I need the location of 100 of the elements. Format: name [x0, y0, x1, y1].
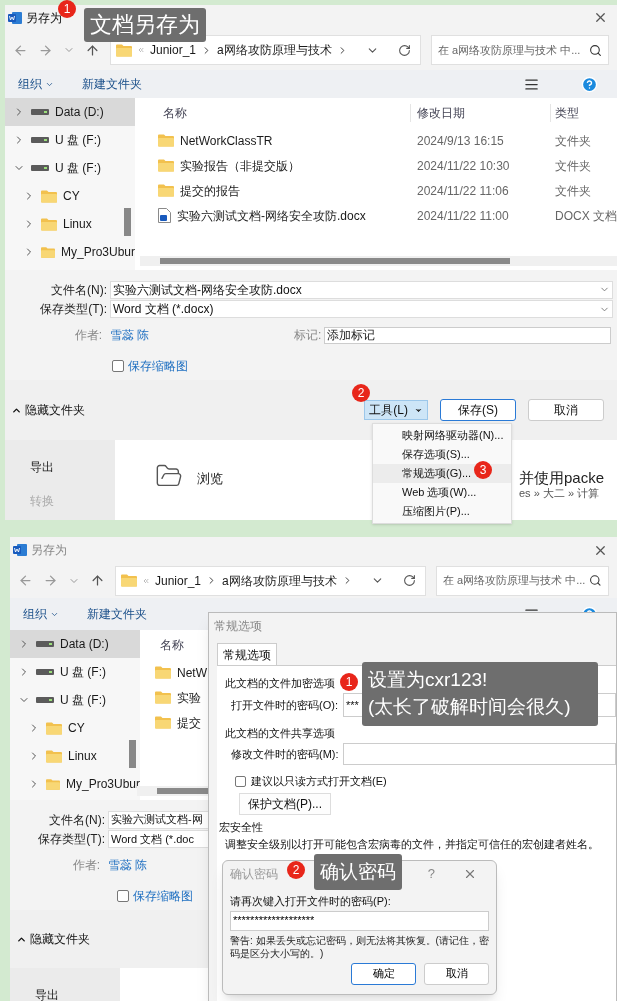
tools-button[interactable]: 工具(L) [364, 400, 428, 420]
column-header[interactable]: 名称 [155, 104, 410, 122]
checkbox-label[interactable]: 建议以只读方式打开文档(E) [251, 773, 387, 789]
close-icon[interactable] [463, 867, 477, 881]
protect-document-button[interactable]: 保护文档(P)... [239, 793, 331, 815]
field-label: 打开文件时的密码(O): [231, 698, 339, 713]
file-name[interactable]: NetW [177, 663, 207, 682]
tree-item[interactable]: U 盘 (F:) [10, 658, 140, 686]
file-name[interactable]: 实验 [177, 688, 201, 707]
tree-label: U 盘 (F:) [55, 132, 101, 149]
tree-item[interactable]: My_Pro3Ubur [5, 238, 135, 266]
back-icon[interactable] [18, 573, 33, 588]
back-icon[interactable] [13, 42, 28, 58]
menu-item[interactable]: 保存选项(S)... [373, 445, 511, 464]
file-type: 文件夹 [554, 157, 592, 175]
checkbox-label[interactable]: 保存缩略图 [133, 887, 193, 905]
section-heading: 宏安全性 [219, 820, 263, 835]
scrollbar[interactable] [124, 208, 131, 236]
menu-item[interactable]: 映射网络驱动器(N)... [373, 426, 511, 445]
tree-item[interactable]: U 盘 (F:) [10, 686, 140, 714]
tree-label: Data (D:) [55, 104, 104, 121]
file-name-field[interactable]: 实验六测试文档-网络安全攻防.docx [110, 280, 613, 299]
menu-item[interactable]: 压缩图片(P)... [373, 502, 511, 521]
word-logo-icon [8, 11, 22, 24]
drive-icon [31, 137, 49, 143]
save-button[interactable]: 保存(S) [440, 399, 516, 421]
word-document-icon [158, 208, 171, 223]
author-link[interactable]: 雪蕊 陈 [110, 326, 294, 344]
column-header[interactable]: 类型 [550, 104, 617, 122]
hide-folders-button[interactable]: 隐藏文件夹 [11, 401, 85, 419]
checkbox-label[interactable]: 保存缩略图 [128, 357, 188, 375]
folder-icon [46, 777, 60, 791]
recent-document-title[interactable]: 并使用packe [519, 470, 605, 487]
browse-label[interactable]: 浏览 [197, 469, 223, 489]
field-label: 作者: [71, 857, 101, 874]
scrollbar[interactable] [129, 740, 136, 768]
search-field[interactable]: 在 a网络攻防原理与技术 中... [431, 35, 609, 65]
view-icon[interactable] [524, 76, 539, 92]
help-icon[interactable] [581, 75, 598, 93]
tree-item[interactable]: Data (D:) [5, 98, 135, 126]
backstage-menu-item[interactable]: 导出 [30, 458, 115, 476]
breadcrumb[interactable]: Junior_1 [155, 571, 202, 590]
address-bar[interactable]: Junior_1 a网络攻防原理与技术 [110, 35, 421, 65]
refresh-icon[interactable] [403, 574, 416, 587]
refresh-icon[interactable] [398, 43, 411, 57]
checkbox[interactable] [117, 890, 129, 902]
tree-label: U 盘 (F:) [55, 160, 101, 177]
tree-item[interactable]: CY [5, 182, 135, 210]
forward-icon[interactable] [43, 573, 58, 588]
section-heading: 此文档的文件加密选项 [225, 676, 335, 691]
tree-label: U 盘 (F:) [60, 692, 106, 709]
overflow-chevron-icon[interactable] [142, 576, 150, 585]
search-field[interactable]: 在 a网络攻防原理与技术 中... [436, 565, 609, 596]
hide-folders-button[interactable]: 隐藏文件夹 [16, 930, 90, 948]
tab[interactable]: 常规选项 [217, 643, 277, 665]
organize-button[interactable]: 组织 [23, 605, 59, 623]
file-type-select[interactable]: Word 文档 (*.docx) [110, 300, 613, 318]
menu-item[interactable]: Web 选项(W)... [373, 483, 511, 502]
close-icon[interactable] [593, 10, 608, 25]
password-field[interactable] [343, 743, 616, 765]
file-name[interactable]: 提交 [177, 713, 201, 732]
tree-item[interactable]: CY [10, 714, 140, 742]
warning-text: 警告: 如果丢失或忘记密码，则无法将其恢复。(请记住，密码是区分大小写的。) [230, 933, 489, 961]
cancel-button[interactable]: 取消 [424, 962, 489, 985]
tree-item[interactable]: Data (D:) [10, 630, 140, 658]
file-type: 文件夹 [554, 132, 592, 150]
tree-item[interactable]: My_Pro3Ubur [10, 770, 140, 798]
ok-button[interactable]: 确定 [351, 962, 416, 985]
overflow-chevron-icon[interactable] [137, 46, 145, 54]
cancel-button[interactable]: 取消 [528, 399, 604, 421]
password-field[interactable]: ******************* [230, 910, 489, 931]
horizontal-scrollbar[interactable] [140, 256, 617, 266]
breadcrumb[interactable]: a网络攻防原理与技术 [222, 571, 337, 590]
breadcrumb[interactable]: Junior_1 [150, 41, 197, 59]
folder-icon [116, 43, 132, 57]
folder-icon [158, 134, 174, 147]
file-name[interactable]: 实验报告（非提交版） [180, 156, 300, 175]
checkbox[interactable] [235, 775, 246, 787]
tree-item[interactable]: Linux [5, 210, 135, 238]
new-folder-button[interactable]: 新建文件夹 [82, 75, 142, 93]
tree-label: My_Pro3Ubur [60, 244, 135, 261]
file-name[interactable]: NetWorkClassTR [180, 131, 273, 150]
up-icon[interactable] [90, 573, 105, 588]
search-icon[interactable] [589, 574, 602, 587]
new-folder-button[interactable]: 新建文件夹 [87, 605, 147, 623]
forward-icon[interactable] [38, 42, 53, 58]
checkbox[interactable] [112, 360, 124, 372]
search-icon[interactable] [589, 43, 602, 57]
up-icon[interactable] [85, 42, 100, 58]
tags-field[interactable]: 添加标记 [324, 326, 611, 344]
tree-item[interactable]: Linux [10, 742, 140, 770]
file-name[interactable]: 实验六测试文档-网络安全攻防.docx [177, 206, 366, 225]
word-logo-icon [13, 544, 27, 556]
address-bar[interactable]: Junior_1 a网络攻防原理与技术 [115, 565, 426, 596]
file-name[interactable]: 提交的报告 [180, 181, 240, 200]
column-header[interactable]: 修改日期 [410, 104, 550, 122]
tree-item[interactable]: U 盘 (F:) [5, 154, 135, 182]
tree-item[interactable]: U 盘 (F:) [5, 126, 135, 154]
breadcrumb[interactable]: a网络攻防原理与技术 [217, 41, 332, 59]
organize-button[interactable]: 组织 [18, 75, 54, 93]
